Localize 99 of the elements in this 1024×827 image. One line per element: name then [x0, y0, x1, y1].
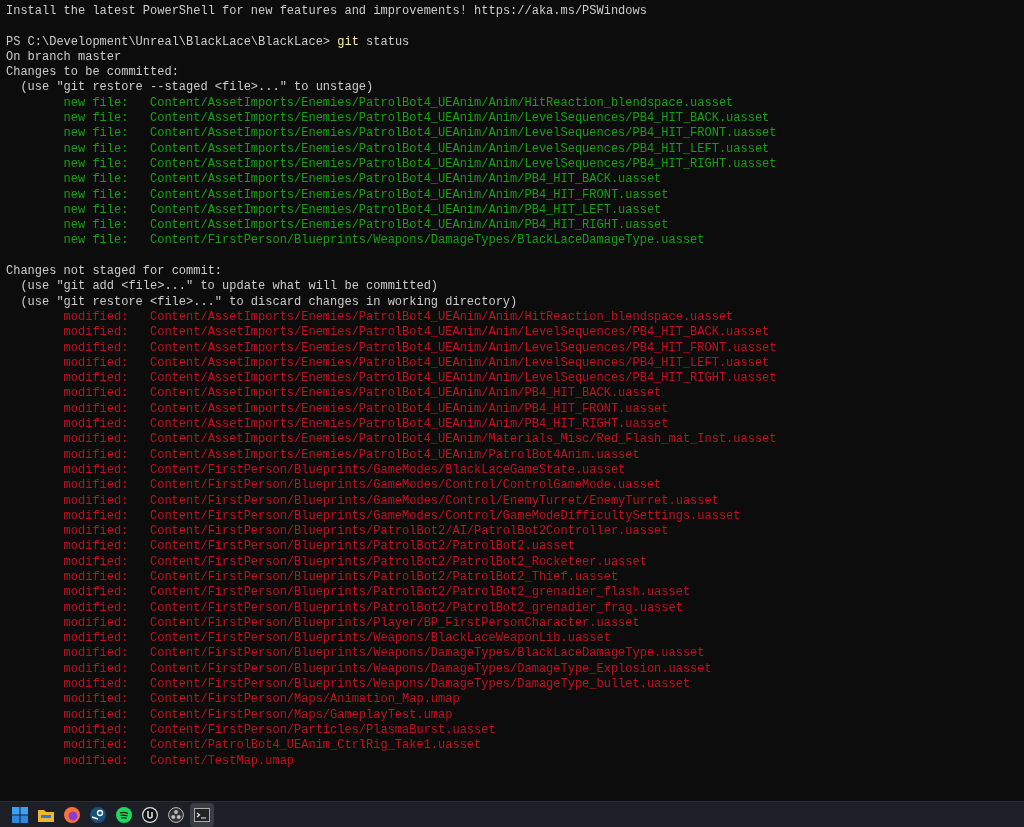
file-path: Content/AssetImports/Enemies/PatrolBot4_UEAnim/Anim/HitReaction_blendspace.uasset: [150, 95, 734, 112]
browser-globe-icon: [64, 807, 80, 823]
file-path: Content/FirstPerson/Blueprints/Weapons/DamageTypes/DamageType_bullet.uasset: [150, 677, 691, 693]
file-status: modified:: [63, 355, 130, 372]
file-path: Content/AssetImports/Enemies/PatrolBot4_UEAnim/Anim/LevelSequences/PB4_HIT_LEFT.uasset: [150, 355, 770, 372]
file-status: modified:: [63, 554, 130, 570]
file-status: modified:: [63, 524, 130, 540]
file-status: modified:: [63, 539, 130, 555]
file-path: Content/FirstPerson/Maps/Animation_Map.umap: [150, 692, 460, 708]
file-status: modified:: [63, 508, 130, 525]
file-path: Content/FirstPerson/Blueprints/GameModes/Control/GameModeDifficultySettings.uasset: [150, 508, 741, 525]
file-path: Content/AssetImports/Enemies/PatrolBot4_UEAnim/Anim/LevelSequences/PB4_HIT_LEFT.uasset: [150, 141, 770, 157]
file-path: Content/AssetImports/Enemies/PatrolBot4_UEAnim/Anim/PB4_HIT_RIGHT.uasset: [150, 417, 669, 433]
file-status: new file:: [63, 111, 130, 127]
file-status: modified:: [63, 600, 130, 616]
file-path: Content/FirstPerson/Blueprints/Weapons/BlackLaceWeaponLib.uasset: [150, 631, 611, 647]
prompt-path: PS C:\Development\Unreal\BlackLace\BlackLace>: [6, 34, 331, 49]
file-status: modified:: [63, 462, 130, 479]
file-path: Content/AssetImports/Enemies/PatrolBot4_UEAnim/PatrolBot4Anim.uasset: [150, 447, 640, 463]
file-status: modified:: [63, 631, 130, 647]
file-status: modified:: [63, 417, 130, 433]
terminal-text: On branch master: [6, 49, 123, 66]
file-status: new file:: [63, 126, 130, 142]
file-status: modified:: [63, 386, 130, 402]
taskbar-app-button[interactable]: [190, 803, 214, 827]
file-status: modified:: [63, 677, 130, 693]
file-path: Content/AssetImports/Enemies/PatrolBot4_UEAnim/Anim/LevelSequences/PB4_HIT_RIGHT.uasset: [150, 371, 777, 387]
file-status: modified:: [63, 615, 130, 632]
file-path: Content/AssetImports/Enemies/PatrolBot4_UEAnim/Anim/PB4_HIT_BACK.uasset: [150, 386, 662, 402]
file-path: Content/FirstPerson/Blueprints/Weapons/DamageTypes/DamageType_Explosion.uasset: [150, 661, 712, 678]
section-heading: Changes to be committed:: [6, 65, 180, 81]
file-path: Content/FirstPerson/Blueprints/PatrolBot2/PatrolBot2_Rocketeer.uasset: [150, 554, 647, 570]
file-status: new file:: [63, 218, 130, 234]
file-status: new file:: [63, 202, 130, 219]
file-status: modified:: [63, 707, 130, 723]
hint-text: (use "git restore --staged <file>..." to unstage): [19, 80, 375, 96]
file-path: Content/AssetImports/Enemies/PatrolBot4_UEAnim/Anim/HitReaction_blendspace.uasset: [150, 309, 734, 326]
file-path: Content/AssetImports/Enemies/PatrolBot4_UEAnim/Anim/LevelSequences/PB4_HIT_FRONT.uasset: [150, 340, 777, 356]
file-status: modified:: [63, 432, 130, 448]
file-status: modified:: [63, 661, 130, 678]
file-status: modified:: [63, 646, 130, 662]
file-status: new file:: [63, 187, 130, 203]
hint-text: (use "git add <file>..." to update what will be committed): [19, 279, 440, 295]
file-path: Content/PatrolBot4_UEAnim_CtrlRig_Take1.uasset: [150, 738, 482, 754]
recorder-logo-icon: [168, 807, 184, 823]
hint-text: (use "git restore <file>..." to discard changes in working directory): [19, 294, 519, 310]
command-name: git: [337, 34, 359, 49]
file-path: Content/AssetImports/Enemies/PatrolBot4_UEAnim/Anim/PB4_HIT_FRONT.uasset: [150, 401, 669, 417]
file-status: modified:: [63, 753, 130, 769]
steam-logo-icon: [90, 807, 106, 823]
file-path: Content/AssetImports/Enemies/PatrolBot4_UEAnim/Anim/PB4_HIT_LEFT.uasset: [150, 202, 662, 219]
file-path: Content/FirstPerson/Blueprints/PatrolBot2/AI/PatrolBot2Controller.uasset: [150, 524, 669, 540]
file-status: modified:: [63, 692, 130, 708]
file-status: new file:: [63, 141, 130, 157]
file-path: Content/AssetImports/Enemies/PatrolBot4_UEAnim/Anim/PB4_HIT_RIGHT.uasset: [150, 218, 669, 234]
file-path: Content/FirstPerson/Maps/GameplayTest.umap: [150, 707, 453, 723]
terminal-icon: [194, 808, 210, 822]
file-path: Content/AssetImports/Enemies/PatrolBot4_UEAnim/Anim/PB4_HIT_BACK.uasset: [150, 172, 662, 188]
section-heading: Changes not staged for commit:: [6, 264, 224, 280]
music-logo-icon: [116, 807, 132, 823]
file-status: modified:: [63, 325, 130, 341]
file-status: modified:: [63, 478, 130, 494]
file-path: Content/FirstPerson/Blueprints/PatrolBot2/PatrolBot2.uasset: [150, 539, 575, 555]
file-path: Content/AssetImports/Enemies/PatrolBot4_UEAnim/Materials_Misc/Red_Flash_mat_Inst.uasset: [150, 432, 777, 448]
file-path: Content/FirstPerson/Blueprints/GameModes/Control/EnemyTurret/EnemyTurret.uasset: [150, 493, 719, 509]
file-path: Content/AssetImports/Enemies/PatrolBot4_UEAnim/Anim/LevelSequences/PB4_HIT_BACK.uasset: [150, 325, 770, 341]
file-status: modified:: [63, 585, 130, 601]
file-status: modified:: [63, 722, 130, 739]
file-status: new file:: [63, 233, 130, 249]
file-path: Content/AssetImports/Enemies/PatrolBot4_UEAnim/Anim/LevelSequences/PB4_HIT_RIGHT.uasset: [150, 156, 777, 173]
file-path: Content/FirstPerson/Blueprints/PatrolBot2/PatrolBot2_grenadier_flash.uasset: [150, 585, 691, 601]
engine-logo-icon: [142, 807, 158, 823]
file-path: Content/FirstPerson/Blueprints/PatrolBot2/PatrolBot2_grenadier_frag.uasset: [150, 600, 683, 616]
file-path: Content/AssetImports/Enemies/PatrolBot4_UEAnim/Anim/PB4_HIT_FRONT.uasset: [150, 187, 669, 203]
file-path: Content/FirstPerson/Particles/PlasmaBurst.uasset: [150, 722, 496, 739]
file-path: Content/AssetImports/Enemies/PatrolBot4_UEAnim/Anim/LevelSequences/PB4_HIT_BACK.uasset: [150, 111, 770, 127]
file-path: Content/FirstPerson/Blueprints/PatrolBot2/PatrolBot2_Thief.uasset: [150, 570, 619, 586]
file-status: modified:: [63, 340, 130, 356]
file-status: new file:: [63, 95, 130, 112]
file-status: modified:: [63, 493, 130, 509]
file-status: modified:: [63, 309, 130, 326]
file-status: new file:: [63, 156, 130, 173]
file-status: modified:: [63, 371, 130, 387]
file-path: Content/AssetImports/Enemies/PatrolBot4_UEAnim/Anim/LevelSequences/PB4_HIT_FRONT.uasset: [150, 126, 777, 142]
file-status: modified:: [63, 570, 130, 586]
file-status: modified:: [63, 738, 130, 754]
file-path: Content/FirstPerson/Blueprints/GameModes/BlackLaceGameState.uasset: [150, 462, 626, 479]
file-status: new file:: [63, 172, 130, 188]
file-path: Content/FirstPerson/Blueprints/Weapons/DamageTypes/BlackLaceDamageType.uasset: [150, 646, 705, 662]
file-path: Content/FirstPerson/Blueprints/Player/BP_FirstPersonCharacter.uasset: [150, 615, 640, 632]
file-path: Content/FirstPerson/Blueprints/Weapons/DamageTypes/BlackLaceDamageType.uasset: [150, 233, 705, 249]
windows-logo-icon: [12, 807, 28, 823]
terminal-text: Install the latest PowerShell for new features and improvements! https://aka.ms/PSWindows: [6, 4, 648, 20]
folder-icon: [38, 808, 54, 822]
file-status: modified:: [63, 447, 130, 463]
file-status: modified:: [63, 401, 130, 417]
file-path: Content/FirstPerson/Blueprints/GameModes/Control/ControlGameMode.uasset: [150, 478, 662, 494]
file-path: Content/TestMap.umap: [150, 753, 295, 769]
command-argument: status: [366, 34, 410, 49]
